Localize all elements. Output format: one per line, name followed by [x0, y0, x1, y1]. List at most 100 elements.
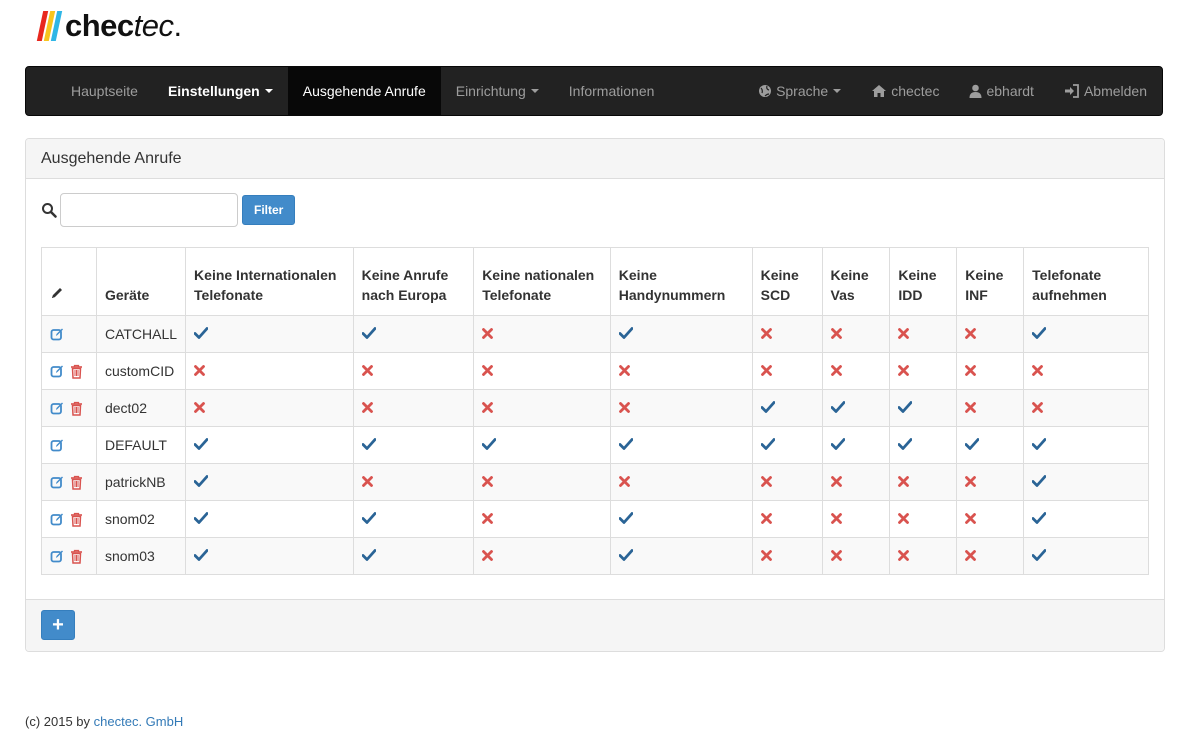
nav-item-label: ebhardt — [986, 83, 1034, 99]
cross-icon — [194, 402, 205, 413]
cross-icon — [1032, 365, 1044, 376]
flag-cell — [889, 352, 958, 390]
column-header: Keine Handynummern — [609, 247, 753, 316]
nav-item-ausgehende-anrufe[interactable]: Ausgehende Anrufe — [287, 67, 441, 115]
flag-cell — [751, 315, 823, 353]
edit-icon[interactable] — [50, 475, 64, 489]
flag-cell — [751, 426, 823, 464]
nav-item-sprache[interactable]: Sprache — [743, 67, 856, 115]
device-name: DEFAULT — [95, 426, 187, 464]
filter-button[interactable]: Filter — [242, 195, 296, 225]
edit-icon[interactable] — [50, 401, 64, 415]
cross-icon — [830, 476, 842, 487]
flag-cell — [352, 389, 475, 427]
cross-icon — [830, 365, 842, 376]
page-footer: (c) 2015 by chectec. GmbH — [25, 714, 183, 729]
flag-cell — [609, 537, 753, 575]
nav-item-label: Informationen — [568, 83, 655, 99]
device-name: dect02 — [95, 389, 187, 427]
device-name: snom03 — [95, 537, 187, 575]
flag-cell — [889, 537, 958, 575]
edit-icon[interactable] — [50, 438, 64, 452]
device-name: customCID — [95, 352, 187, 390]
flag-cell — [1023, 315, 1149, 353]
cross-icon — [760, 328, 772, 339]
check-icon — [1032, 549, 1047, 561]
flag-cell — [821, 389, 891, 427]
flag-cell — [185, 389, 354, 427]
column-header: Keine SCD — [751, 247, 823, 316]
flag-cell — [185, 463, 354, 501]
flag-cell — [956, 315, 1025, 353]
caret-down-icon — [530, 89, 539, 93]
row-controls — [41, 426, 97, 464]
column-header: Keine IDD — [889, 247, 958, 316]
caret-down-icon — [833, 89, 842, 93]
device-name: snom02 — [95, 500, 187, 538]
flag-cell — [889, 315, 958, 353]
column-header: Keine INF — [956, 247, 1025, 316]
flag-cell — [751, 500, 823, 538]
flag-cell — [473, 315, 611, 353]
flag-cell — [1023, 500, 1149, 538]
cross-icon — [760, 513, 772, 524]
cross-icon — [965, 550, 977, 561]
trash-icon[interactable] — [70, 475, 83, 490]
check-icon — [361, 549, 376, 561]
cross-icon — [965, 402, 977, 413]
nav-item-label: Abmelden — [1083, 83, 1147, 99]
outgoing-calls-table: Geräte Keine Internationalen Telefonate Ke… — [41, 247, 1149, 575]
cross-icon — [898, 476, 910, 487]
trash-icon[interactable] — [70, 364, 83, 379]
nav-item-ebhardt[interactable]: ebhardt — [954, 67, 1048, 115]
edit-icon[interactable] — [50, 364, 64, 378]
pencil-icon — [50, 287, 64, 303]
flag-cell — [956, 500, 1025, 538]
check-icon — [361, 438, 376, 450]
edit-icon[interactable] — [50, 512, 64, 526]
trash-icon[interactable] — [70, 549, 83, 564]
check-icon — [830, 438, 845, 450]
flag-cell — [889, 389, 958, 427]
filter-input[interactable] — [60, 193, 238, 227]
nav-item-label: Ausgehende Anrufe — [302, 83, 426, 99]
edit-icon[interactable] — [50, 327, 64, 341]
flag-cell — [821, 537, 891, 575]
footer-company-link[interactable]: chectec. GmbH — [94, 714, 184, 729]
flag-cell — [1023, 426, 1149, 464]
nav-item-abmelden[interactable]: Abmelden — [1049, 67, 1162, 115]
flag-cell — [352, 463, 475, 501]
flag-cell — [185, 537, 354, 575]
nav-item-informationen[interactable]: Informationen — [554, 67, 670, 115]
flag-cell — [609, 352, 753, 390]
trash-icon[interactable] — [70, 512, 83, 527]
cross-icon — [898, 513, 910, 524]
cross-icon — [830, 550, 842, 561]
cross-icon — [482, 365, 494, 376]
check-icon — [830, 401, 845, 413]
nav-item-label: Hauptseite — [71, 83, 138, 99]
table-row: snom02 — [41, 500, 1149, 538]
nav-item-hauptseite[interactable]: Hauptseite — [56, 67, 153, 115]
flag-cell — [609, 500, 753, 538]
flag-cell — [751, 463, 823, 501]
edit-icon[interactable] — [50, 549, 64, 563]
cross-icon — [830, 513, 842, 524]
cross-icon — [482, 550, 494, 561]
trash-icon[interactable] — [70, 401, 83, 416]
nav-item-chectec[interactable]: chectec — [856, 67, 954, 115]
flag-cell — [821, 463, 891, 501]
row-controls — [41, 500, 97, 538]
flag-cell — [473, 463, 611, 501]
cross-icon — [1032, 402, 1044, 413]
flag-cell — [473, 500, 611, 538]
cross-icon — [760, 476, 772, 487]
column-header: Keine Anrufe nach Europa — [352, 247, 475, 316]
nav-item-einstellungen[interactable]: Einstellungen — [153, 67, 288, 115]
flag-cell — [352, 426, 475, 464]
check-icon — [618, 549, 633, 561]
nav-item-einrichtung[interactable]: Einrichtung — [441, 67, 554, 115]
add-button[interactable]: + — [41, 610, 75, 640]
flag-cell — [751, 537, 823, 575]
logo[interactable]: chectec. — [36, 6, 182, 46]
